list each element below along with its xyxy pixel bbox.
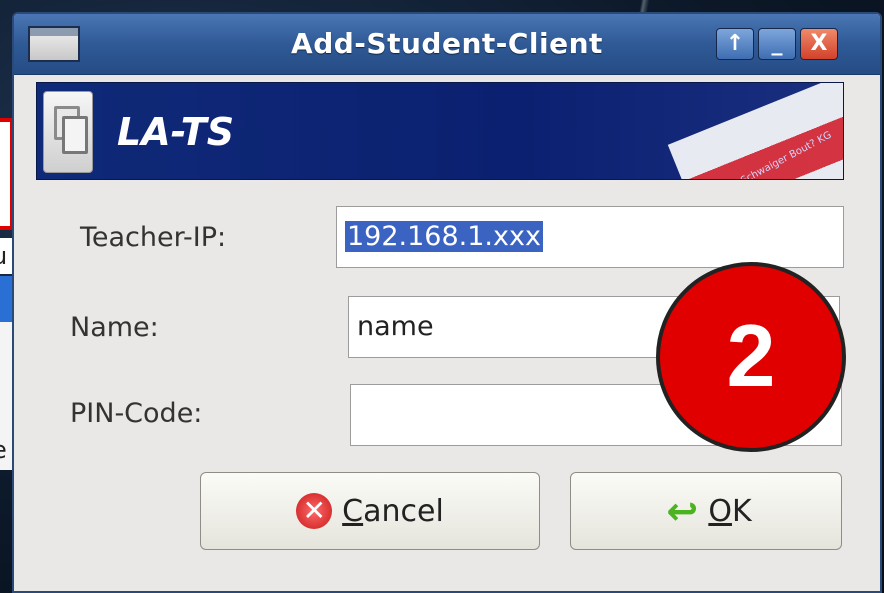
- pin-code-label: PIN-Code:: [70, 398, 203, 429]
- teacher-ip-input[interactable]: 192.168.1.xxx: [336, 206, 844, 268]
- logo-icon: [43, 91, 93, 173]
- name-value: name: [357, 311, 434, 342]
- close-button[interactable]: X: [800, 28, 838, 60]
- cancel-label: Cancel: [342, 493, 444, 529]
- flag-graphic: [667, 83, 843, 179]
- teacher-ip-label: Teacher-IP:: [80, 222, 227, 253]
- title-bar[interactable]: Add-Student-Client ↑ _ X: [14, 14, 880, 75]
- lats-banner: LA-TS Wolf & Schwaiger Bout? KG: [36, 82, 844, 180]
- ok-button[interactable]: ↩ OK: [570, 472, 842, 550]
- cancel-button[interactable]: ✕ Cancel: [200, 472, 540, 550]
- name-label: Name:: [70, 312, 159, 343]
- annotation-badge: 2: [656, 262, 846, 452]
- banner-title: LA-TS: [117, 110, 235, 154]
- ok-label: OK: [708, 493, 752, 529]
- maximize-button[interactable]: ↑: [716, 28, 754, 60]
- teacher-ip-value: 192.168.1.xxx: [345, 221, 543, 252]
- cancel-icon: ✕: [296, 493, 333, 529]
- minimize-button[interactable]: _: [758, 28, 796, 60]
- ok-icon: ↩: [666, 489, 699, 533]
